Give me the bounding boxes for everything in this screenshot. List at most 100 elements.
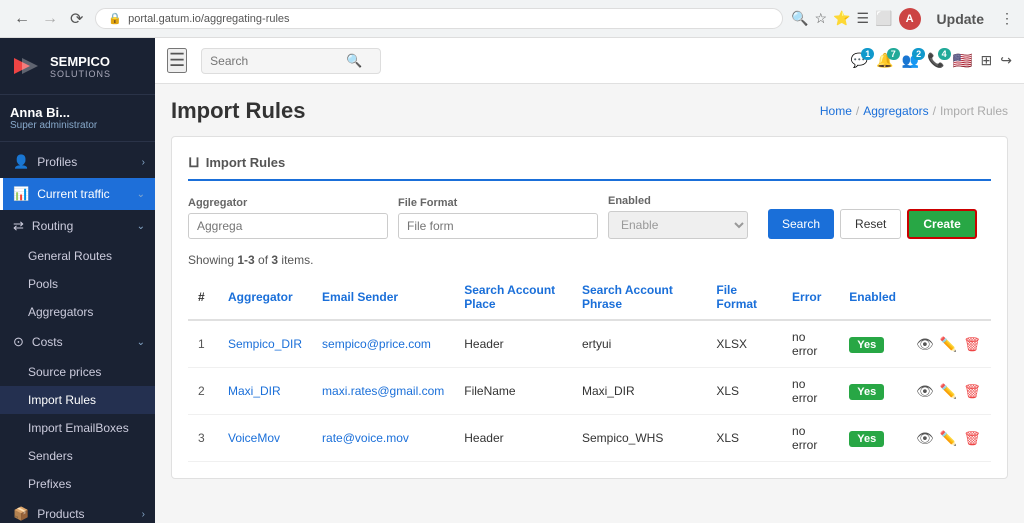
view-button[interactable]: 👁 xyxy=(916,430,934,447)
sidebar-item-products[interactable]: 📦 Products › xyxy=(0,498,155,523)
sidebar-label-aggregators: Aggregators xyxy=(28,305,93,319)
cell-num: 3 xyxy=(188,415,218,462)
enabled-select[interactable]: Enable Yes No xyxy=(608,211,748,239)
col-email-sender[interactable]: Email Sender xyxy=(312,275,454,320)
filter-row: Aggregator File Format Enabled Enable Ye… xyxy=(188,195,991,239)
chat-badge: 1 xyxy=(861,48,874,60)
reset-button[interactable]: Reset xyxy=(840,209,901,239)
enabled-badge: Yes xyxy=(849,384,884,400)
sidebar-logo: SEMPICO SOLUTIONS xyxy=(0,38,155,95)
content-card: ⊔ Import Rules Aggregator File Format En… xyxy=(171,136,1008,479)
search-button[interactable]: Search xyxy=(768,209,834,239)
delete-button[interactable]: 🗑 xyxy=(963,383,981,400)
sidebar-item-import-rules[interactable]: Import Rules xyxy=(0,386,155,414)
reload-button[interactable]: ⟳ xyxy=(66,7,87,31)
bookmark-icon[interactable]: ☆ xyxy=(815,10,828,27)
sidebar-item-current-traffic[interactable]: 📊 Current traffic ⌄ xyxy=(0,178,155,210)
cell-search-phrase: ertyui xyxy=(572,320,706,368)
search-browser-icon[interactable]: 🔍 xyxy=(791,10,808,27)
filter-enabled: Enabled Enable Yes No xyxy=(608,195,748,239)
sidebar-label-products: Products xyxy=(37,507,84,521)
col-search-account-phrase[interactable]: Search Account Phrase xyxy=(572,275,706,320)
edit-button[interactable]: ✏️ xyxy=(940,430,957,447)
logo-text: SEMPICO SOLUTIONS xyxy=(50,54,111,79)
search-input[interactable] xyxy=(210,54,340,68)
create-button[interactable]: Create xyxy=(907,209,976,239)
hamburger-menu[interactable]: ☰ xyxy=(167,48,187,73)
aggregator-input[interactable] xyxy=(188,213,388,239)
grid-view-icon[interactable]: ⊞ xyxy=(981,52,993,69)
cell-aggregator[interactable]: Sempico_DIR xyxy=(218,320,312,368)
sidebar-item-aggregators[interactable]: Aggregators xyxy=(0,298,155,326)
sidebar-label-import-rules: Import Rules xyxy=(28,393,96,407)
sidebar-item-pools[interactable]: Pools xyxy=(0,270,155,298)
star-icon[interactable]: ⭐ xyxy=(833,10,850,27)
col-search-account-place[interactable]: Search Account Place xyxy=(454,275,572,320)
phone-icon-btn[interactable]: 📞4 xyxy=(927,52,944,69)
action-buttons: 👁 ✏️ 🗑 xyxy=(916,383,981,400)
sidebar-user: Anna Bi... Super administrator xyxy=(0,95,155,142)
edit-button[interactable]: ✏️ xyxy=(940,383,957,400)
sidebar-item-costs[interactable]: ⊙ Costs ⌄ xyxy=(0,326,155,358)
address-bar[interactable]: 🔒 portal.gatum.io/aggregating-rules xyxy=(95,8,783,29)
sidebar-label-traffic: Current traffic xyxy=(37,187,109,201)
view-button[interactable]: 👁 xyxy=(916,383,934,400)
fileformat-input[interactable] xyxy=(398,213,598,239)
sidebar-item-senders[interactable]: Senders xyxy=(0,442,155,470)
action-buttons: 👁 ✏️ 🗑 xyxy=(916,336,981,353)
search-box[interactable]: 🔍 xyxy=(201,48,381,74)
sidebar-item-import-emailboxes[interactable]: Import EmailBoxes xyxy=(0,414,155,442)
aggregator-link[interactable]: Maxi_DIR xyxy=(228,384,281,398)
cell-enabled: Yes xyxy=(839,368,906,415)
sidebar-item-source-prices[interactable]: Source prices xyxy=(0,358,155,386)
search-icon: 🔍 xyxy=(346,53,362,69)
cell-file-format: XLSX xyxy=(706,320,782,368)
forward-button[interactable]: → xyxy=(38,7,62,31)
menu-browser-icon[interactable]: ☰ xyxy=(857,10,870,27)
sidebar-item-profiles[interactable]: 👤 Profiles › xyxy=(0,146,155,178)
chat-icon-btn[interactable]: 💬1 xyxy=(851,52,868,69)
email-link[interactable]: maxi.rates@gmail.com xyxy=(322,384,444,398)
cell-num: 1 xyxy=(188,320,218,368)
chevron-routing: ⌄ xyxy=(137,221,145,232)
alert-icon-btn[interactable]: 🔔7 xyxy=(876,52,893,69)
aggregator-link[interactable]: VoiceMov xyxy=(228,431,280,445)
users-icon-btn[interactable]: 👥2 xyxy=(902,52,919,69)
aggregator-label: Aggregator xyxy=(188,197,388,209)
edit-button[interactable]: ✏️ xyxy=(940,336,957,353)
breadcrumb-home[interactable]: Home xyxy=(820,104,852,118)
browser-navigation[interactable]: ← → ⟳ xyxy=(10,7,87,31)
back-button[interactable]: ← xyxy=(10,7,34,31)
col-num[interactable]: # xyxy=(188,275,218,320)
col-aggregator[interactable]: Aggregator xyxy=(218,275,312,320)
page-title: Import Rules xyxy=(171,98,305,124)
update-button[interactable]: Update xyxy=(927,8,994,30)
users-badge: 2 xyxy=(912,48,925,60)
cell-aggregator[interactable]: Maxi_DIR xyxy=(218,368,312,415)
email-link[interactable]: sempico@price.com xyxy=(322,337,431,351)
extension-icon[interactable]: ⬜ xyxy=(875,10,892,27)
sidebar-role: Super administrator xyxy=(10,120,145,131)
exit-icon[interactable]: ↪ xyxy=(1000,52,1012,69)
costs-icon: ⊙ xyxy=(13,334,24,350)
email-link[interactable]: rate@voice.mov xyxy=(322,431,409,445)
view-button[interactable]: 👁 xyxy=(916,336,934,353)
col-enabled[interactable]: Enabled xyxy=(839,275,906,320)
sidebar-label-source-prices: Source prices xyxy=(28,365,101,379)
sidebar-item-prefixes[interactable]: Prefixes xyxy=(0,470,155,498)
delete-button[interactable]: 🗑 xyxy=(963,430,981,447)
sidebar-item-general-routes[interactable]: General Routes xyxy=(0,242,155,270)
aggregator-link[interactable]: Sempico_DIR xyxy=(228,337,302,351)
sidebar-item-routing[interactable]: ⇄ Routing ⌄ xyxy=(0,210,155,242)
topbar: ☰ 🔍 💬1 🔔7 👥2 📞4 🇺🇸 ⊞ xyxy=(155,38,1024,84)
col-file-format[interactable]: File Format xyxy=(706,275,782,320)
cell-actions: 👁 ✏️ 🗑 xyxy=(906,415,991,462)
products-icon: 📦 xyxy=(13,506,29,522)
col-error[interactable]: Error xyxy=(782,275,839,320)
breadcrumb-aggregators[interactable]: Aggregators xyxy=(863,104,928,118)
more-options-icon[interactable]: ⋮ xyxy=(1000,10,1014,27)
delete-button[interactable]: 🗑 xyxy=(963,336,981,353)
sidebar-label-pools: Pools xyxy=(28,277,58,291)
cell-search-place: Header xyxy=(454,415,572,462)
cell-aggregator[interactable]: VoiceMov xyxy=(218,415,312,462)
